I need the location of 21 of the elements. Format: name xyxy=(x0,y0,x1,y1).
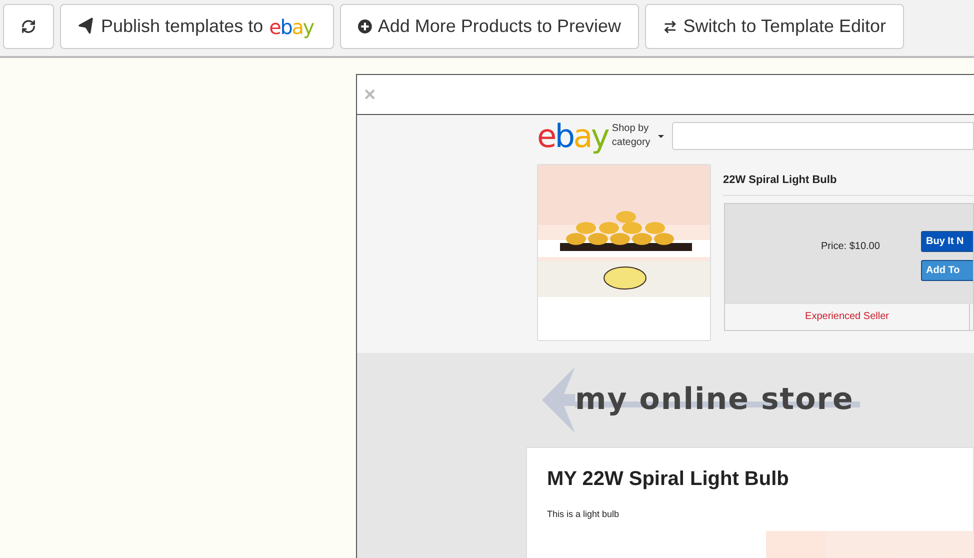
shop-by-category-menu[interactable]: Shop by category xyxy=(612,122,654,150)
buy-now-button[interactable]: Buy It N xyxy=(921,230,973,252)
switch-editor-button[interactable]: Switch to Template Editor xyxy=(645,4,904,49)
refresh-icon xyxy=(21,17,36,36)
store-banner-text: my online store xyxy=(575,385,860,415)
search-field[interactable] xyxy=(672,122,974,150)
ebay-logo: ebay xyxy=(269,14,314,40)
add-to-cart-button[interactable]: Add To xyxy=(921,260,973,280)
ebay-logo: ebay xyxy=(537,120,608,152)
plus-circle-icon xyxy=(358,18,372,35)
publish-label: Publish templates to xyxy=(101,15,264,38)
price-text: Price: $10.00 xyxy=(821,240,881,254)
seller-label: Experienced Seller xyxy=(804,310,890,324)
publish-button[interactable]: Publish templates to ebay xyxy=(60,4,334,49)
caret-icon xyxy=(658,134,664,138)
store-heading: MY 22W Spiral Light Bulb xyxy=(547,467,790,492)
description-text: This is a light bulb xyxy=(547,508,620,521)
product-title: 22W Spiral Light Bulb xyxy=(723,172,974,196)
arrow-head-icon xyxy=(542,367,575,433)
add-products-button[interactable]: Add More Products to Preview xyxy=(340,4,639,49)
refresh-button[interactable] xyxy=(3,4,54,49)
